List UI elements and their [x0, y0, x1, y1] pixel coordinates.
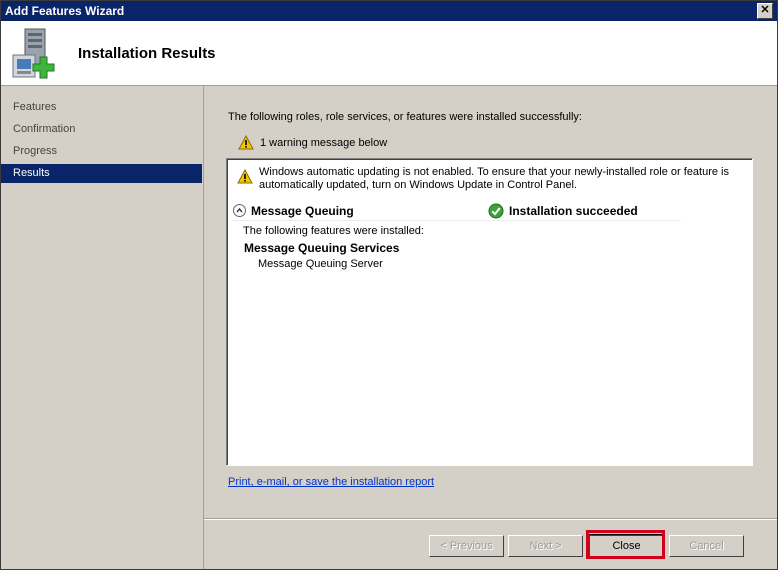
warning-icon	[237, 169, 253, 184]
warning-detail-text: Windows automatic updating is not enable…	[259, 166, 730, 191]
intro-text: The following roles, role services, or f…	[228, 111, 582, 123]
service-item: Message Queuing Server	[258, 258, 383, 270]
feature-row: Message Queuing Installation succeeded	[233, 203, 743, 219]
warning-icon	[238, 135, 254, 150]
chevron-up-icon	[236, 207, 243, 213]
installation-report-link[interactable]: Print, e-mail, or save the installation …	[228, 476, 434, 488]
warning-summary-text: 1 warning message below	[260, 137, 388, 149]
wizard-header: Installation Results	[1, 21, 777, 86]
previous-button[interactable]: < Previous	[429, 535, 504, 557]
server-add-icon	[12, 28, 55, 79]
title-bar[interactable]: Add Features Wizard ✕	[1, 1, 777, 21]
wizard-content: The following roles, role services, or f…	[204, 86, 777, 518]
close-button[interactable]: Close	[588, 534, 665, 558]
results-panel[interactable]: Windows automatic updating is not enable…	[226, 158, 753, 466]
feature-status: Installation succeeded	[509, 204, 638, 218]
wizard-nav: Features Confirmation Progress Results	[1, 86, 204, 569]
nav-item-features[interactable]: Features	[1, 98, 202, 117]
next-button[interactable]: Next >	[508, 535, 583, 557]
page-title: Installation Results	[78, 45, 216, 62]
nav-item-progress[interactable]: Progress	[1, 142, 202, 161]
installed-label: The following features were installed:	[243, 225, 424, 237]
nav-item-results[interactable]: Results	[1, 164, 202, 183]
window-title: Add Features Wizard	[5, 4, 125, 18]
collapse-button[interactable]	[233, 204, 246, 217]
divider	[233, 220, 681, 221]
footer-divider	[204, 518, 777, 520]
cancel-button[interactable]: Cancel	[669, 535, 744, 557]
wizard-window: Add Features Wizard ✕ Installation Resul…	[0, 0, 778, 570]
nav-item-confirmation[interactable]: Confirmation	[1, 120, 202, 139]
success-check-icon	[488, 203, 504, 219]
window-close-button[interactable]: ✕	[757, 3, 773, 19]
service-title: Message Queuing Services	[244, 241, 400, 255]
feature-name: Message Queuing	[251, 204, 354, 218]
